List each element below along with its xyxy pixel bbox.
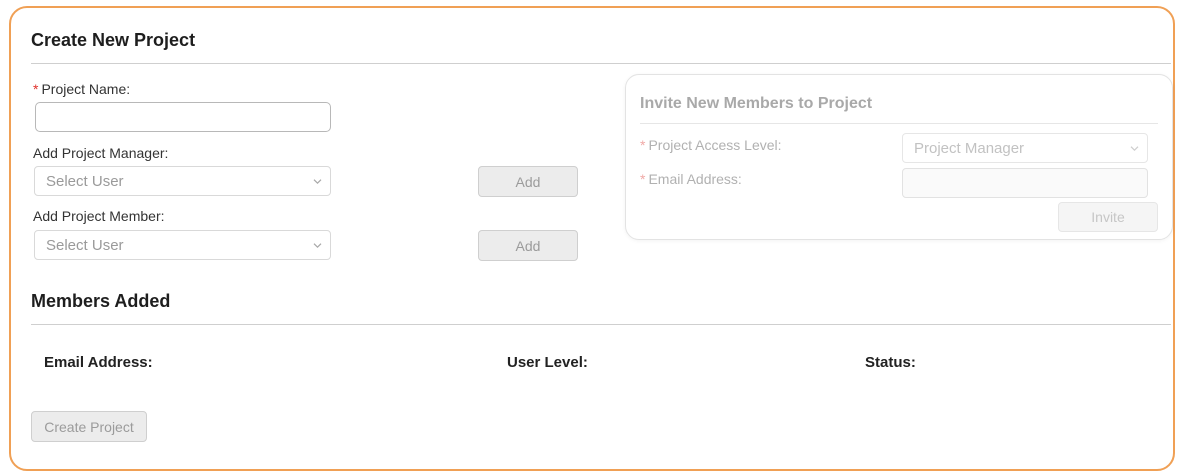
required-mark: * (640, 137, 646, 153)
access-level-select[interactable]: Project Manager (902, 133, 1148, 163)
access-level-label-text: Project Access Level: (648, 137, 782, 153)
add-member-button[interactable]: Add (478, 230, 578, 261)
add-manager-button[interactable]: Add (478, 166, 578, 197)
page-title: Create New Project (31, 30, 196, 50)
manager-select[interactable]: Select User (34, 166, 331, 196)
project-name-label: * Project Name: (33, 81, 130, 97)
chevron-down-icon (313, 172, 322, 189)
invite-button[interactable]: Invite (1058, 202, 1158, 232)
title-divider (31, 63, 1171, 64)
required-mark: * (640, 171, 646, 187)
column-status: Status: (865, 354, 916, 371)
column-email: Email Address: (44, 354, 153, 371)
create-project-panel: Create New Project * Project Name: Add Pr… (9, 6, 1175, 471)
required-mark: * (33, 81, 39, 97)
email-input[interactable] (902, 168, 1148, 198)
chevron-down-icon (313, 236, 322, 253)
access-level-value: Project Manager (914, 139, 1025, 157)
project-name-label-text: Project Name: (41, 81, 131, 97)
member-select[interactable]: Select User (34, 230, 331, 260)
members-divider (31, 324, 1171, 325)
member-select-value: Select User (46, 236, 124, 254)
manager-label: Add Project Manager: (33, 145, 169, 161)
column-user-level: User Level: (507, 354, 588, 371)
invite-members-box: Invite New Members to Project * Project A… (625, 74, 1173, 240)
member-label: Add Project Member: (33, 208, 165, 224)
invite-title: Invite New Members to Project (640, 95, 873, 112)
members-title: Members Added (31, 291, 171, 311)
manager-select-value: Select User (46, 172, 124, 190)
create-project-button[interactable]: Create Project (31, 411, 147, 442)
email-label-text: Email Address: (648, 171, 742, 187)
email-label: * Email Address: (640, 171, 742, 187)
access-level-label: * Project Access Level: (640, 137, 782, 153)
project-name-input[interactable] (35, 102, 331, 132)
chevron-down-icon (1130, 139, 1139, 156)
invite-divider (640, 123, 1158, 124)
